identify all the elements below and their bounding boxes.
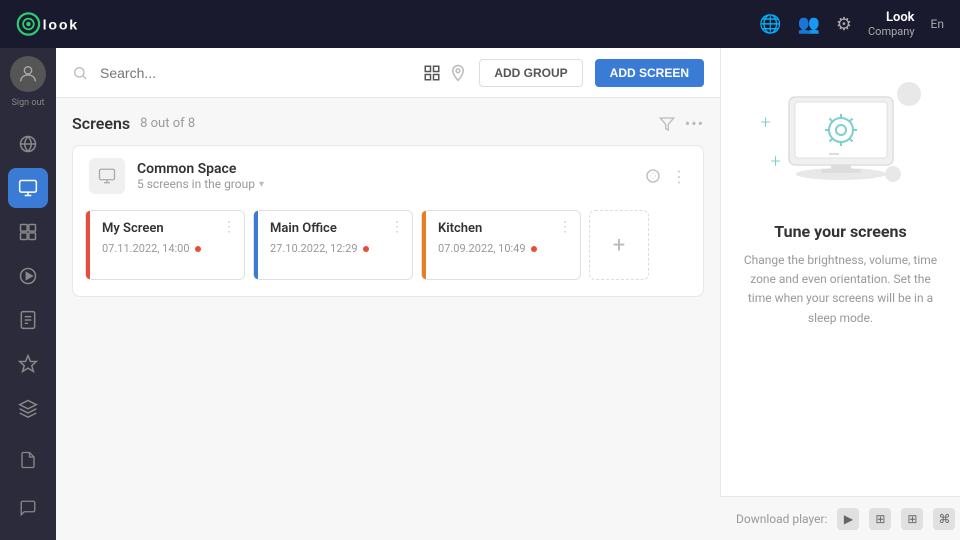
download-label: Download player:	[736, 512, 827, 526]
screen-cards: My Screen 07.11.2022, 14:00 ⋮ Main Offic…	[73, 206, 703, 296]
status-dot	[363, 246, 369, 252]
svg-text:look: look	[43, 17, 79, 33]
group-icon	[89, 158, 125, 194]
grid-view-icon[interactable]	[423, 64, 441, 82]
accent-bar	[86, 211, 90, 279]
view-toggle	[423, 64, 467, 82]
screen-date: 27.10.2022, 12:29	[266, 242, 400, 255]
add-screen-card[interactable]: +	[589, 210, 649, 280]
sidebar: Sign out	[0, 48, 56, 540]
sidebar-item-stack[interactable]	[8, 388, 48, 428]
right-panel: + +	[720, 48, 960, 540]
screen-card-my-screen[interactable]: My Screen 07.11.2022, 14:00 ⋮	[85, 210, 245, 280]
left-panel: ADD GROUP ADD SCREEN Screens 8 out of 8 …	[56, 48, 720, 540]
status-dot	[195, 246, 201, 252]
screens-count: 8 out of 8	[140, 116, 195, 131]
language-selector[interactable]: En	[931, 17, 944, 31]
status-dot	[531, 246, 537, 252]
add-icon: +	[613, 233, 625, 258]
chevron-down-icon: ▾	[259, 179, 264, 190]
search-bar: ADD GROUP ADD SCREEN	[56, 48, 720, 98]
screen-card-menu-icon[interactable]: ⋮	[558, 219, 572, 235]
search-icon	[72, 65, 88, 81]
sidebar-bottom	[8, 440, 48, 532]
download-apple-icon[interactable]: ⌘	[933, 508, 955, 530]
filter-icon[interactable]	[659, 116, 675, 132]
download-bar: Download player: ▶ ⊞ ⊞ ⌘ △	[720, 496, 960, 540]
add-group-button[interactable]: ADD GROUP	[479, 59, 582, 87]
main-layout: Sign out	[0, 48, 960, 540]
screen-name: Kitchen	[434, 221, 568, 236]
download-icons: ▶ ⊞ ⊞ ⌘ △	[837, 508, 960, 530]
group-actions: ⋮	[645, 167, 687, 186]
avatar	[10, 56, 46, 92]
screens-section: Screens 8 out of 8 •••	[56, 98, 720, 321]
group-info: Common Space 5 screens in the group ▾	[137, 161, 633, 191]
right-panel-title: Tune your screens	[774, 222, 906, 241]
screen-card-kitchen[interactable]: Kitchen 07.09.2022, 10:49 ⋮	[421, 210, 581, 280]
download-linux-icon[interactable]: ⊞	[901, 508, 923, 530]
download-windows-icon[interactable]: ⊞	[869, 508, 891, 530]
user-info: Look Company	[868, 10, 915, 38]
group-sub: 5 screens in the group ▾	[137, 177, 633, 191]
screens-header: Screens 8 out of 8 •••	[72, 114, 704, 133]
sidebar-item-star[interactable]	[8, 344, 48, 384]
screen-date: 07.11.2022, 14:00	[98, 242, 232, 255]
tune-icon[interactable]	[645, 168, 661, 184]
globe-topbar-icon[interactable]: 🌐	[759, 14, 781, 35]
sidebar-item-screens[interactable]	[8, 168, 48, 208]
location-icon[interactable]	[449, 64, 467, 82]
sidebar-item-globe[interactable]	[8, 124, 48, 164]
accent-bar	[422, 211, 426, 279]
accent-bar	[254, 211, 258, 279]
right-panel-description: Change the brightness, volume, time zone…	[741, 251, 940, 328]
topbar-right: 🌐 👥 ⚙ Look Company En	[759, 10, 944, 38]
topbar: look 🌐 👥 ⚙ Look Company En	[0, 0, 960, 48]
deco-circle-2	[885, 166, 901, 182]
illustration: + +	[761, 72, 921, 202]
username: Look	[886, 10, 915, 25]
more-options-icon[interactable]: •••	[685, 114, 704, 133]
company-name: Company	[868, 25, 915, 38]
screens-actions: •••	[659, 114, 704, 133]
screen-card-menu-icon[interactable]: ⋮	[222, 219, 236, 235]
screens-title: Screens 8 out of 8	[72, 114, 195, 133]
sidebar-item-layers[interactable]	[8, 212, 48, 252]
group-more-icon[interactable]: ⋮	[671, 167, 687, 186]
settings-topbar-icon[interactable]: ⚙	[836, 14, 852, 35]
deco-circle-1	[897, 82, 921, 106]
search-input[interactable]	[100, 65, 411, 81]
screen-date: 07.09.2022, 10:49	[434, 242, 568, 255]
screen-name: My Screen	[98, 221, 232, 236]
screen-name: Main Office	[266, 221, 400, 236]
plus-deco-2: +	[771, 151, 781, 172]
sign-out-label[interactable]: Sign out	[12, 98, 45, 108]
add-screen-button[interactable]: ADD SCREEN	[595, 59, 704, 87]
plus-deco-1: +	[761, 112, 771, 133]
users-topbar-icon[interactable]: 👥	[797, 14, 819, 35]
sidebar-item-play[interactable]	[8, 256, 48, 296]
sidebar-item-chat[interactable]	[8, 488, 48, 528]
group-name: Common Space	[137, 161, 633, 177]
screen-card-main-office[interactable]: Main Office 27.10.2022, 12:29 ⋮	[253, 210, 413, 280]
group-header[interactable]: Common Space 5 screens in the group ▾	[73, 146, 703, 206]
content-area: ADD GROUP ADD SCREEN Screens 8 out of 8 …	[56, 48, 960, 540]
group-row: Common Space 5 screens in the group ▾	[72, 145, 704, 297]
logo: look	[16, 10, 96, 38]
sidebar-item-document[interactable]	[8, 300, 48, 340]
screen-card-menu-icon[interactable]: ⋮	[390, 219, 404, 235]
sidebar-item-file[interactable]	[8, 440, 48, 480]
download-android-icon[interactable]: ▶	[837, 508, 859, 530]
